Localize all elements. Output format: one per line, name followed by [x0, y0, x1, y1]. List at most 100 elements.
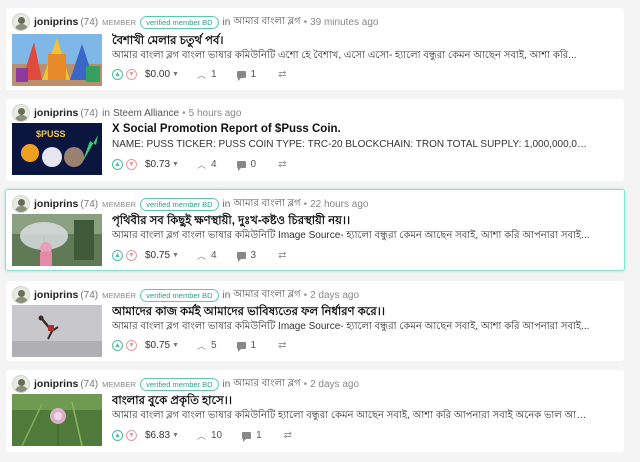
resteem-icon[interactable]: ⇄	[284, 430, 292, 441]
in-label: in	[222, 198, 231, 210]
post-time[interactable]: 5 hours ago	[189, 108, 242, 119]
comments-count: 1	[250, 339, 257, 351]
post-title[interactable]: X Social Promotion Report of $Puss Coin.	[112, 123, 612, 135]
payout-value[interactable]: $0.75	[145, 340, 170, 351]
avatar[interactable]	[12, 286, 30, 304]
member-badge: MEMBER	[102, 379, 137, 389]
author-link[interactable]: joniprins	[34, 107, 78, 119]
author-link[interactable]: joniprins	[34, 16, 78, 28]
resteem-icon[interactable]: ⇄	[278, 250, 286, 261]
avatar[interactable]	[12, 104, 30, 122]
payout-dropdown-icon[interactable]: ▼	[172, 432, 179, 439]
post-card[interactable]: joniprins (74) MEMBER verified member BD…	[6, 370, 624, 452]
in-label: in	[222, 16, 231, 28]
post-card[interactable]: joniprins (74) in Steem Alliance • 5 hou…	[6, 99, 624, 181]
author-link[interactable]: joniprins	[34, 289, 78, 301]
payout-dropdown-icon[interactable]: ▼	[172, 161, 179, 168]
post-thumbnail[interactable]	[12, 305, 102, 357]
votes-count-label: 10	[210, 429, 223, 441]
post-time[interactable]: 2 days ago	[310, 290, 359, 301]
comments-link[interactable]: 0	[236, 159, 256, 171]
upvote-button[interactable]: ▲	[112, 158, 123, 170]
community-link[interactable]: আমার বাংলা ব্লগ	[233, 376, 300, 393]
author-reputation: (74)	[80, 378, 99, 390]
chevron-up-icon: ︿	[196, 340, 206, 351]
payout-value[interactable]: $6.83	[145, 430, 170, 441]
verified-badge: verified member BD	[140, 288, 219, 302]
payout-dropdown-icon[interactable]: ▼	[172, 342, 179, 349]
post-thumbnail[interactable]	[12, 214, 102, 266]
post-card[interactable]: joniprins (74) MEMBER verified member BD…	[6, 8, 624, 90]
resteem-icon[interactable]: ⇄	[278, 69, 286, 80]
post-meta: joniprins (74) MEMBER verified member BD…	[12, 12, 378, 32]
payout-value[interactable]: $0.00	[145, 69, 170, 80]
downvote-button[interactable]: ▼	[126, 429, 137, 441]
comments-count: 1	[250, 68, 257, 80]
upvote-button[interactable]: ▲	[112, 339, 123, 351]
resteem-icon[interactable]: ⇄	[278, 340, 286, 351]
downvote-button[interactable]: ▼	[126, 249, 137, 261]
comment-icon	[236, 341, 246, 352]
post-summary[interactable]: আমার বাংলা ব্লগ বাংলা ভাষার কমিউনিটি Ima…	[112, 319, 592, 336]
post-actions: ▲ ▼ $0.00 ▼ ︿ 1 1 ⇄	[112, 66, 287, 82]
votes-count-label: 5	[210, 339, 217, 351]
votes-count-label: 4	[210, 158, 217, 170]
author-reputation: (74)	[80, 198, 99, 210]
community-link[interactable]: আমার বাংলা ব্লগ	[233, 196, 300, 213]
avatar[interactable]	[12, 13, 30, 31]
voters-count[interactable]: ︿ 5	[197, 339, 217, 352]
post-thumbnail[interactable]	[12, 34, 102, 86]
author-reputation: (74)	[80, 289, 99, 301]
post-time[interactable]: 2 days ago	[310, 379, 359, 390]
meta-separator: •	[303, 289, 308, 301]
resteem-icon[interactable]: ⇄	[278, 159, 286, 170]
avatar[interactable]	[12, 195, 30, 213]
post-summary[interactable]: আমার বাংলা ব্লগ বাংলা ভাষার কমিউনিটি Ima…	[112, 228, 592, 245]
comment-icon	[236, 70, 246, 81]
avatar[interactable]	[12, 375, 30, 393]
payout-dropdown-icon[interactable]: ▼	[172, 71, 179, 78]
post-thumbnail[interactable]	[12, 394, 102, 446]
chevron-up-icon: ︿	[196, 69, 206, 80]
author-link[interactable]: joniprins	[34, 378, 78, 390]
comments-link[interactable]: 1	[236, 68, 257, 81]
comment-icon	[236, 251, 246, 262]
downvote-button[interactable]: ▼	[126, 68, 137, 80]
payout-dropdown-icon[interactable]: ▼	[172, 252, 179, 259]
votes-count-label: 1	[210, 68, 217, 80]
downvote-button[interactable]: ▼	[126, 158, 137, 170]
post-card[interactable]: joniprins (74) MEMBER verified member BD…	[5, 189, 625, 271]
post-summary[interactable]: আমার বাংলা ব্লগ বাংলা ভাষার কমিউনিটি এশো…	[112, 48, 592, 65]
comments-link[interactable]: 3	[236, 250, 256, 262]
upvote-button[interactable]: ▲	[112, 429, 123, 441]
community-link[interactable]: আমার বাংলা ব্লগ	[233, 287, 300, 304]
payout-value[interactable]: $0.75	[145, 250, 170, 261]
meta-separator: •	[182, 107, 186, 119]
downvote-button[interactable]: ▼	[126, 339, 137, 351]
post-time[interactable]: 39 minutes ago	[310, 17, 378, 28]
author-reputation: (74)	[80, 16, 99, 28]
post-thumbnail[interactable]: $PUSS	[12, 123, 102, 175]
voters-count[interactable]: ︿ 10	[197, 429, 222, 442]
payout-value[interactable]: $0.73	[145, 159, 170, 170]
post-card[interactable]: joniprins (74) MEMBER verified member BD…	[6, 281, 624, 361]
votes-count-label: 4	[210, 249, 217, 261]
post-summary[interactable]: আমার বাংলা ব্লগ বাংলা ভাষার কমিউনিটি হ্য…	[112, 408, 592, 425]
upvote-button[interactable]: ▲	[112, 249, 123, 261]
chevron-up-icon: ︿	[196, 159, 206, 170]
comments-link[interactable]: 1	[242, 430, 262, 442]
community-link[interactable]: আমার বাংলা ব্লগ	[233, 14, 300, 31]
post-meta: joniprins (74) MEMBER verified member BD…	[12, 194, 368, 214]
post-summary[interactable]: NAME: PUSS TICKER: PUSS COIN TYPE: TRC-2…	[112, 139, 592, 150]
comments-link[interactable]: 1	[236, 339, 257, 352]
community-link[interactable]: Steem Alliance	[113, 108, 179, 119]
upvote-button[interactable]: ▲	[112, 68, 123, 80]
in-label: in	[102, 107, 110, 119]
author-link[interactable]: joniprins	[34, 198, 78, 210]
post-time[interactable]: 22 hours ago	[310, 199, 368, 210]
meta-separator: •	[303, 378, 308, 390]
voters-count[interactable]: ︿ 1	[197, 68, 217, 81]
voters-count[interactable]: ︿ 4	[197, 249, 217, 262]
member-badge: MEMBER	[102, 199, 137, 209]
voters-count[interactable]: ︿ 4	[197, 158, 217, 171]
